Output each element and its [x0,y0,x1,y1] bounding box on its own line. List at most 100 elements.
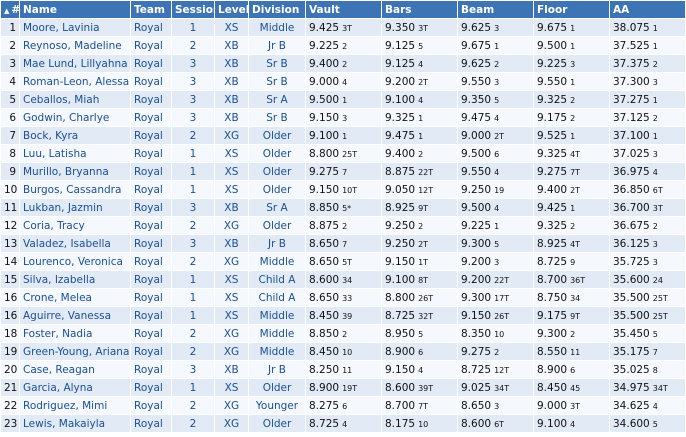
cell-name[interactable]: Lewis, Makaiyla [20,415,130,432]
cell-bars: 8.725 32T [382,307,457,324]
header-bars[interactable]: Bars [382,1,457,18]
bars-score: 9.150 [385,363,416,376]
header-session[interactable]: Session [172,1,214,18]
results-table: ▲# Name Team Session Level Division Vaul… [0,0,686,433]
bars-rank: 2T [418,239,429,249]
cell-beam: 9.500 4 [458,199,533,216]
header-aa[interactable]: AA [610,1,685,18]
floor-rank: 2 [570,221,576,231]
header-beam[interactable]: Beam [458,1,533,18]
aa-rank: 24 [652,275,663,285]
bars-score: 9.250 [385,237,416,250]
cell-name[interactable]: Crone, Melea [20,289,130,306]
cell-place: 16 [1,307,19,324]
aa-score: 34.625 [613,399,650,412]
header-division[interactable]: Division [249,1,305,18]
cell-beam: 9.200 3 [458,253,533,270]
floor-score: 9.500 [537,39,568,52]
cell-vault: 9.275 7 [306,163,381,180]
cell-name[interactable]: Reynoso, Madeline [20,37,130,54]
cell-division: Middle [249,307,305,324]
cell-name[interactable]: Lourenco, Veronica [20,253,130,270]
vault-score: 8.725 [309,417,340,430]
aa-rank: 7 [652,347,658,357]
header-vault[interactable]: Vault [306,1,381,18]
cell-session: 2 [172,343,214,360]
aa-rank: 25T [652,293,668,303]
header-team[interactable]: Team [131,1,171,18]
vault-score: 9.400 [309,57,340,70]
cell-name[interactable]: Coria, Tracy [20,217,130,234]
floor-rank: 6 [570,365,576,375]
bars-score: 8.725 [385,309,416,322]
cell-team: Royal [131,55,171,72]
cell-name[interactable]: Lukban, Jazmin [20,199,130,216]
cell-division: Middle [249,19,305,36]
cell-name[interactable]: Murillo, Bryanna [20,163,130,180]
cell-session: 1 [172,19,214,36]
cell-floor: 9.325 2 [534,91,609,108]
cell-name[interactable]: Rodriguez, Mimi [20,397,130,414]
cell-name[interactable]: Mae Lund, Lillyahna [20,55,130,72]
cell-aa: 36.700 3T [610,199,685,216]
header-floor[interactable]: Floor [534,1,609,18]
cell-vault: 8.250 11 [306,361,381,378]
cell-name[interactable]: Moore, Lavinia [20,19,130,36]
cell-name[interactable]: Burgos, Cassandra [20,181,130,198]
aa-score: 37.525 [613,39,650,52]
beam-score: 9.150 [461,309,492,322]
cell-name[interactable]: Godwin, Charlye [20,109,130,126]
cell-vault: 8.725 4 [306,415,381,432]
cell-name[interactable]: Valadez, Isabella [20,235,130,252]
beam-score: 8.350 [461,327,492,340]
header-name[interactable]: Name [20,1,130,18]
cell-name[interactable]: Luu, Latisha [20,145,130,162]
beam-rank: 22T [494,275,510,285]
cell-name[interactable]: Garcia, Alyna [20,379,130,396]
aa-rank: 5 [652,419,658,429]
cell-team: Royal [131,253,171,270]
beam-rank: 2 [494,59,500,69]
aa-rank: 3 [652,77,658,87]
cell-floor: 9.675 1 [534,19,609,36]
cell-division: Middle [249,343,305,360]
cell-name[interactable]: Green-Young, Ariana [20,343,130,360]
cell-bars: 9.150 1T [382,253,457,270]
cell-name[interactable]: Silva, Izabella [20,271,130,288]
header-level[interactable]: Level [215,1,248,18]
floor-score: 9.175 [537,309,568,322]
vault-rank: 7 [342,167,348,177]
cell-name[interactable]: Foster, Nadia [20,325,130,342]
cell-name[interactable]: Ceballos, Miah [20,91,130,108]
cell-level: XS [215,145,248,162]
vault-rank: 2 [342,41,348,51]
beam-rank: 10 [494,329,505,339]
beam-score: 9.475 [461,111,492,124]
cell-beam: 9.550 4 [458,163,533,180]
cell-team: Royal [131,235,171,252]
table-row: 10 Burgos, Cassandra Royal 1 XS Older 9.150 10T… [1,181,685,198]
beam-rank: 6 [494,149,500,159]
cell-aa: 35.175 7 [610,343,685,360]
floor-score: 9.225 [537,57,568,70]
header-place[interactable]: ▲# [1,1,19,18]
cell-vault: 8.900 19T [306,379,381,396]
cell-team: Royal [131,415,171,432]
cell-place: 9 [1,163,19,180]
beam-score: 9.300 [461,237,492,250]
cell-aa: 35.500 25T [610,307,685,324]
cell-division: Older [249,145,305,162]
cell-name[interactable]: Bock, Kyra [20,127,130,144]
cell-team: Royal [131,361,171,378]
cell-name[interactable]: Roman-Leon, Alessa [20,73,130,90]
cell-level: XB [215,37,248,54]
cell-name[interactable]: Aguirre, Vanessa [20,307,130,324]
cell-name[interactable]: Case, Reagan [20,361,130,378]
cell-bars: 9.100 8T [382,271,457,288]
bars-score: 8.175 [385,417,416,430]
cell-team: Royal [131,307,171,324]
cell-vault: 9.000 4 [306,73,381,90]
floor-score: 9.550 [537,75,568,88]
aa-rank: 2 [652,59,658,69]
cell-beam: 8.650 3 [458,397,533,414]
